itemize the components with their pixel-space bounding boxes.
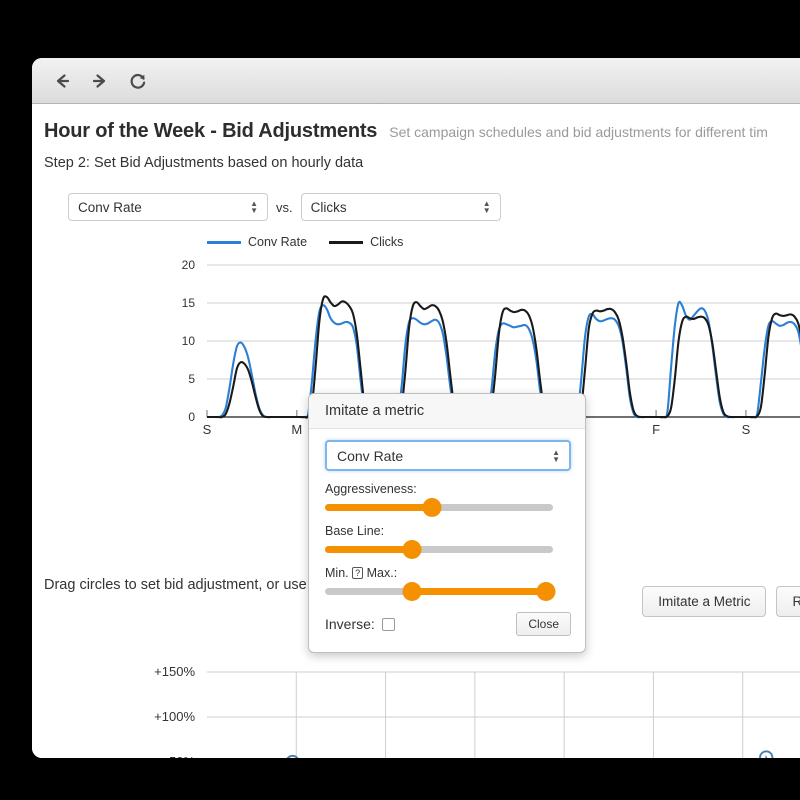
browser-toolbar: [32, 58, 800, 104]
inverse-label: Inverse:: [325, 616, 375, 632]
baseline-slider[interactable]: [325, 543, 553, 555]
slider-thumb-min[interactable]: [402, 582, 421, 601]
svg-text:15: 15: [182, 296, 196, 310]
svg-text:20: 20: [182, 258, 196, 272]
slider-thumb-max[interactable]: [537, 582, 556, 601]
minmax-range-slider[interactable]: [325, 585, 553, 597]
slider-thumb[interactable]: [423, 498, 442, 517]
step-label: Step 2: Set Bid Adjustments based on hou…: [32, 143, 800, 171]
slider-fill: [412, 588, 547, 595]
minmax-max-label: Max.:: [367, 566, 398, 580]
slider-thumb[interactable]: [402, 540, 421, 559]
stepper-arrows-icon: ▲▼: [250, 200, 258, 214]
dialog-metric-value: Conv Rate: [337, 448, 403, 464]
inverse-row: Inverse: Close: [325, 612, 571, 636]
browser-window: Hour of the Week - Bid Adjustments Set c…: [32, 58, 800, 758]
svg-text:+50%: +50%: [161, 754, 195, 758]
page-title: Hour of the Week - Bid Adjustments: [44, 120, 377, 143]
dialog-title: Imitate a metric: [309, 394, 585, 429]
svg-text:S: S: [203, 422, 212, 437]
svg-text:5: 5: [188, 372, 195, 386]
minmax-label: Min. ? Max.:: [325, 566, 571, 580]
help-icon[interactable]: ?: [352, 567, 363, 579]
back-arrow-icon[interactable]: [50, 69, 74, 93]
stepper-arrows-icon: ▲▼: [552, 449, 560, 463]
minmax-min-label: Min.: [325, 566, 349, 580]
close-button[interactable]: Close: [516, 612, 571, 636]
svg-text:0: 0: [188, 410, 195, 424]
svg-text:M: M: [291, 422, 302, 437]
primary-metric-value: Conv Rate: [78, 200, 142, 215]
secondary-metric-value: Clicks: [311, 200, 347, 215]
inverse-control: Inverse:: [325, 616, 395, 632]
dialog-metric-select[interactable]: Conv Rate ▲▼: [325, 440, 571, 471]
baseline-label: Base Line:: [325, 524, 571, 538]
slider-fill: [325, 546, 412, 553]
forward-arrow-icon[interactable]: [88, 69, 112, 93]
aggressiveness-slider[interactable]: [325, 501, 553, 513]
imitate-metric-dialog: Imitate a metric Conv Rate ▲▼ Aggressive…: [308, 393, 586, 653]
drag-hint-text: Drag circles to set bid adjustment, or u…: [44, 577, 307, 593]
svg-text:10: 10: [182, 334, 196, 348]
secondary-metric-select[interactable]: Clicks ▲▼: [301, 193, 501, 221]
reload-icon[interactable]: [126, 69, 150, 93]
svg-text:+150%: +150%: [154, 664, 195, 679]
stepper-arrows-icon: ▲▼: [483, 200, 491, 214]
svg-text:S: S: [742, 422, 751, 437]
slider-fill: [325, 504, 432, 511]
vs-label: vs.: [276, 200, 293, 215]
page-subtitle: Set campaign schedules and bid adjustmen…: [389, 124, 768, 140]
metric-selection-row: Conv Rate ▲▼ vs. Clicks ▲▼: [32, 171, 800, 221]
aggressiveness-label: Aggressiveness:: [325, 482, 571, 496]
page-content: Hour of the Week - Bid Adjustments Set c…: [32, 104, 800, 758]
dialog-body: Conv Rate ▲▼ Aggressiveness: Base Line: …: [309, 429, 585, 652]
svg-text:+100%: +100%: [154, 709, 195, 724]
primary-metric-select[interactable]: Conv Rate ▲▼: [68, 193, 268, 221]
inverse-checkbox[interactable]: [382, 618, 395, 631]
svg-text:F: F: [652, 422, 660, 437]
page-header: Hour of the Week - Bid Adjustments Set c…: [32, 104, 800, 143]
